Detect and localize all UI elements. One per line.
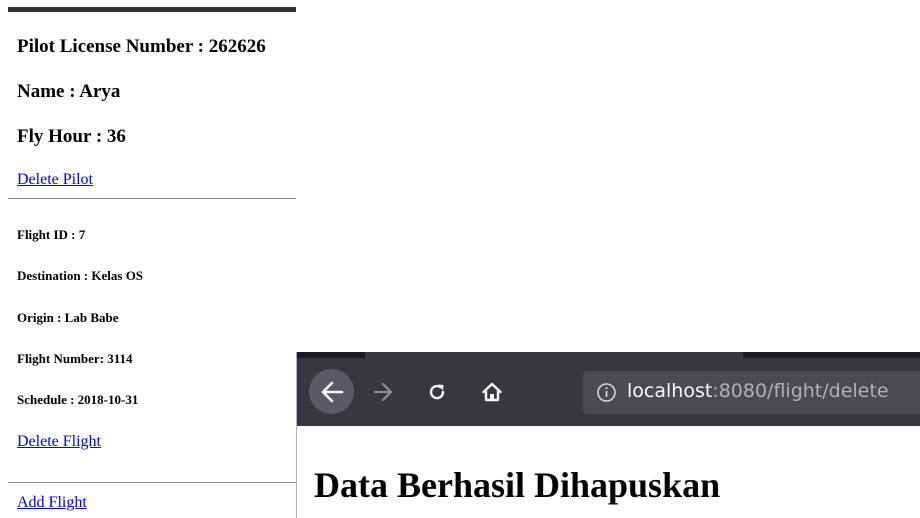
pilot-license-heading: Pilot License Number : 262626 (17, 36, 266, 57)
home-button[interactable] (477, 377, 507, 407)
url-host: localhost (627, 380, 713, 402)
browser-toolbar: localhost:8080/flight/delete (297, 358, 920, 426)
back-arrow-icon (321, 381, 343, 402)
delete-flight-link[interactable]: Delete Flight (17, 433, 101, 451)
delete-pilot-link[interactable]: Delete Pilot (17, 171, 93, 189)
flight-schedule-text: Schedule : 2018-10-31 (17, 392, 139, 407)
back-button[interactable] (309, 369, 354, 414)
top-divider-bar (8, 7, 296, 12)
home-icon (482, 382, 502, 402)
forward-arrow-icon (373, 382, 393, 402)
pilot-fly-hour-heading: Fly Hour : 36 (17, 126, 126, 147)
pilot-detail-page: Pilot License Number : 262626 Name : Ary… (0, 0, 296, 518)
flight-destination-text: Destination : Kelas OS (17, 268, 144, 283)
url-text[interactable]: localhost:8080/flight/delete (627, 380, 889, 402)
reload-button[interactable] (423, 378, 451, 406)
url-path: :8080/flight/delete (712, 380, 889, 402)
add-flight-link[interactable]: Add Flight (17, 494, 87, 512)
pilot-section-divider (8, 198, 296, 199)
flight-id-text: Flight ID : 7 (17, 227, 86, 242)
url-bar[interactable]: localhost:8080/flight/delete (583, 371, 920, 414)
forward-button[interactable] (369, 378, 397, 406)
page-heading: Data Berhasil Dihapuskan (314, 465, 721, 505)
flight-number-text: Flight Number: 3114 (17, 351, 133, 366)
flight-origin-text: Origin : Lab Babe (17, 310, 119, 325)
top-divider-gap (8, 0, 34, 7)
info-icon[interactable] (596, 382, 617, 403)
reload-icon (429, 384, 445, 400)
flight-section-divider (8, 482, 296, 483)
pilot-name-heading: Name : Arya (17, 81, 121, 102)
browser-window: localhost:8080/flight/delete Data Berhas… (296, 352, 920, 518)
